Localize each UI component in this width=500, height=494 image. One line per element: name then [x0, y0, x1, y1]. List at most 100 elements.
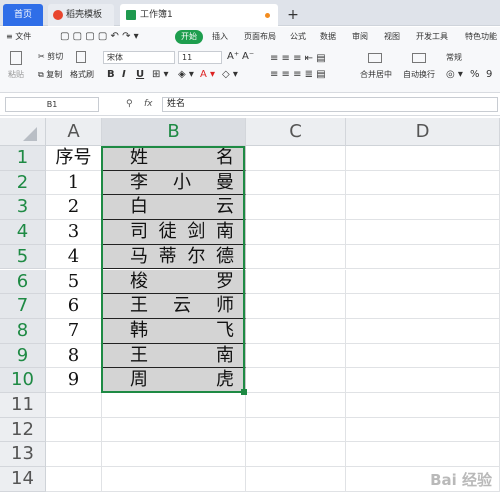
- merge-center-button[interactable]: 合并居中: [360, 69, 392, 81]
- menu-review[interactable]: 审阅: [352, 30, 368, 44]
- row-header-9[interactable]: 9: [0, 343, 46, 369]
- format-painter-button[interactable]: 格式刷: [70, 69, 94, 81]
- row-header-11[interactable]: 11: [0, 393, 46, 418]
- currency-icon[interactable]: ◎ ▾: [446, 69, 463, 81]
- cell-a6[interactable]: 5: [46, 269, 102, 295]
- cell-b7[interactable]: 王云师: [102, 294, 246, 319]
- cell-d1[interactable]: [346, 146, 500, 171]
- number-format-select[interactable]: 常规: [446, 52, 462, 64]
- cell-b11[interactable]: [102, 393, 246, 418]
- cell-d5[interactable]: [346, 244, 500, 270]
- formula-input[interactable]: 姓名: [162, 97, 498, 112]
- cell-d2[interactable]: [346, 170, 500, 196]
- column-header-b[interactable]: B: [102, 118, 246, 146]
- cell-d10[interactable]: [346, 368, 500, 393]
- tab-workbook[interactable]: 工作簿1: [120, 4, 278, 26]
- menu-file[interactable]: ≡ 文件: [6, 30, 31, 44]
- cell-c12[interactable]: [246, 417, 346, 443]
- row-header-14[interactable]: 14: [0, 467, 46, 492]
- row-header-4[interactable]: 4: [0, 220, 46, 245]
- cell-d6[interactable]: [346, 269, 500, 295]
- wrap-text-button[interactable]: 自动换行: [403, 69, 435, 81]
- cell-c10[interactable]: [246, 368, 346, 393]
- new-tab-button[interactable]: +: [284, 4, 302, 26]
- cell-d12[interactable]: [346, 417, 500, 443]
- bold-button[interactable]: B: [107, 69, 115, 81]
- row-header-8[interactable]: 8: [0, 318, 46, 344]
- column-header-d[interactable]: D: [346, 118, 500, 146]
- align-top-icons[interactable]: ≡ ≡ ≡ ⇤ ▤: [270, 53, 326, 65]
- row-header-2[interactable]: 2: [0, 170, 46, 196]
- cell-b2[interactable]: 李小曼: [102, 170, 246, 196]
- cell-c7[interactable]: [246, 294, 346, 319]
- wrap-icon[interactable]: [412, 53, 426, 63]
- cell-a2[interactable]: 1: [46, 170, 102, 196]
- quick-access-icons[interactable]: ▢ ▢ ▢ ▢ ↶ ↷ ▾: [60, 30, 139, 44]
- row-header-1[interactable]: 1: [0, 146, 46, 171]
- underline-button[interactable]: U: [136, 69, 144, 81]
- copy-button[interactable]: ⧉ 复制: [38, 69, 62, 81]
- cell-d8[interactable]: [346, 318, 500, 344]
- paste-icon[interactable]: [10, 51, 22, 65]
- cell-d9[interactable]: [346, 343, 500, 369]
- column-header-c[interactable]: C: [246, 118, 346, 146]
- cell-c9[interactable]: [246, 343, 346, 369]
- fill-color-icon[interactable]: ◈ ▾: [178, 69, 194, 81]
- cell-a3[interactable]: 2: [46, 195, 102, 221]
- font-shrink-button[interactable]: A⁻: [242, 51, 254, 63]
- cell-a12[interactable]: [46, 417, 102, 443]
- cell-b9[interactable]: 王南: [102, 343, 246, 369]
- cell-b4[interactable]: 司徒剑南: [102, 220, 246, 245]
- menu-formula[interactable]: 公式: [290, 30, 306, 44]
- cell-c14[interactable]: [246, 467, 346, 492]
- row-header-7[interactable]: 7: [0, 294, 46, 319]
- percent-button[interactable]: %: [470, 69, 480, 81]
- paste-button[interactable]: 粘贴: [8, 69, 24, 81]
- menu-insert[interactable]: 插入: [212, 30, 228, 44]
- zoom-icon[interactable]: ⚲: [126, 98, 133, 110]
- menu-view[interactable]: 视图: [384, 30, 400, 44]
- menu-data[interactable]: 数据: [320, 30, 336, 44]
- menu-page-layout[interactable]: 页面布局: [244, 30, 276, 44]
- cell-a9[interactable]: 8: [46, 343, 102, 369]
- row-header-10[interactable]: 10: [0, 368, 46, 393]
- cell-c8[interactable]: [246, 318, 346, 344]
- cell-c6[interactable]: [246, 269, 346, 295]
- cell-d11[interactable]: [346, 393, 500, 418]
- cell-a7[interactable]: 6: [46, 294, 102, 319]
- cell-c2[interactable]: [246, 170, 346, 196]
- cell-a11[interactable]: [46, 393, 102, 418]
- cell-a8[interactable]: 7: [46, 318, 102, 344]
- cell-a10[interactable]: 9: [46, 368, 102, 393]
- cell-b3[interactable]: 白云: [102, 195, 246, 221]
- select-all-corner[interactable]: [0, 118, 46, 146]
- cell-a4[interactable]: 3: [46, 220, 102, 245]
- row-header-12[interactable]: 12: [0, 417, 46, 443]
- font-family-select[interactable]: 宋体: [103, 51, 175, 64]
- fx-icon[interactable]: fx: [144, 98, 153, 110]
- row-header-6[interactable]: 6: [0, 269, 46, 295]
- cell-a14[interactable]: [46, 467, 102, 492]
- column-header-a[interactable]: A: [46, 118, 102, 146]
- font-size-select[interactable]: 11: [178, 51, 222, 64]
- font-color-icon[interactable]: A ▾: [200, 69, 215, 81]
- comma-button[interactable]: 9: [486, 69, 492, 81]
- cell-c3[interactable]: [246, 195, 346, 221]
- fill-handle[interactable]: [241, 389, 247, 395]
- cell-b6[interactable]: 梭罗: [102, 269, 246, 295]
- cell-d4[interactable]: [346, 220, 500, 245]
- merge-icon[interactable]: [368, 53, 382, 63]
- cut-button[interactable]: ✂ 剪切: [38, 51, 63, 63]
- cell-b10[interactable]: 周虎: [102, 368, 246, 393]
- format-painter-icon[interactable]: [76, 51, 86, 63]
- menu-special[interactable]: 特色功能: [465, 30, 497, 44]
- cell-b14[interactable]: [102, 467, 246, 492]
- cell-b12[interactable]: [102, 417, 246, 443]
- row-header-13[interactable]: 13: [0, 442, 46, 468]
- tab-home[interactable]: 首页: [3, 4, 43, 26]
- cell-a5[interactable]: 4: [46, 244, 102, 270]
- cell-c11[interactable]: [246, 393, 346, 418]
- cell-d13[interactable]: [346, 442, 500, 468]
- border-icon[interactable]: ⊞ ▾: [152, 69, 169, 81]
- cell-c13[interactable]: [246, 442, 346, 468]
